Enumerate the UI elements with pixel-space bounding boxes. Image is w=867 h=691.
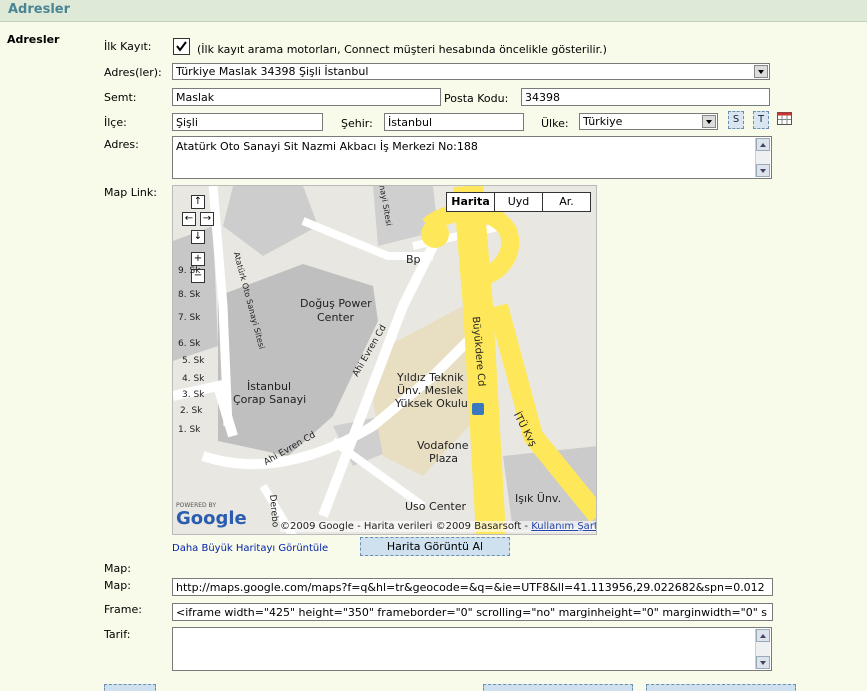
posta-kodu-label: Posta Kodu: (444, 92, 509, 105)
sehir-label: Şehir: (341, 117, 373, 130)
map-label: İstanbul (247, 380, 292, 393)
ulke-label: Ülke: (541, 117, 569, 130)
map-label: Vodafone (417, 439, 469, 452)
map-type-harita[interactable]: Harita (447, 193, 495, 211)
map-label: Doğuş Power (300, 297, 372, 310)
frame-input[interactable]: <iframe width="425" height="350" framebo… (172, 603, 773, 621)
pan-left-icon[interactable]: ← (182, 212, 196, 226)
map-label: Yüksek Okulu (395, 397, 468, 410)
map-label: Uso Center (405, 500, 467, 513)
terms-link[interactable]: Kullanım Şartları (531, 521, 596, 532)
semt-label: Semt: (104, 91, 137, 104)
map-link-label: Map Link: (104, 186, 157, 199)
map-label: Plaza (429, 452, 458, 465)
sehir-input[interactable]: İstanbul (384, 113, 524, 131)
map-canvas (173, 186, 596, 534)
pan-down-icon[interactable]: ↓ (191, 230, 205, 244)
adres-text: Atatürk Oto Sanayi Sit Nazmi Akbacı İş M… (176, 140, 478, 153)
map-type-bar: Harita Uyd Ar. (446, 192, 591, 212)
ilce-input[interactable]: Şişli (172, 113, 323, 131)
street-label: 9. Sk (178, 266, 201, 276)
scroll-up-icon[interactable] (756, 138, 770, 151)
posta-kodu-input[interactable]: 34398 (521, 88, 770, 106)
ulke-select[interactable]: Türkiye (579, 113, 718, 130)
t-button[interactable]: T (753, 111, 769, 129)
ulke-selected: Türkiye (583, 115, 623, 128)
street-label: 2. Sk (180, 406, 203, 416)
map-label: Çorap Sanayi (233, 393, 307, 406)
street-label: 3. Sk (182, 390, 205, 400)
chevron-down-icon[interactable] (702, 115, 716, 128)
table-icon[interactable] (777, 112, 792, 128)
pan-up-icon[interactable]: ↑ (191, 195, 205, 209)
adres-label: Adres: (104, 138, 139, 151)
street-label: 5. Sk (182, 356, 205, 366)
map-copyright: ©2009 Google - Harita verileri ©2009 Bas… (280, 521, 596, 532)
street-label: 4. Sk (182, 374, 205, 384)
adres-scrollbar[interactable] (755, 138, 770, 177)
scroll-down-icon[interactable] (756, 656, 770, 669)
adresler-selected: Türkiye Maslak 34398 Şişli İstanbul (176, 65, 369, 78)
map-label: Bp (406, 253, 421, 266)
tarif-label: Tarif: (104, 628, 131, 641)
bottom-button-1[interactable] (104, 684, 156, 691)
map-label: Center (317, 311, 355, 324)
ilk-kayit-note: (İlk kayıt arama motorları, Connect müşt… (197, 43, 607, 56)
section-title: Adresler (7, 33, 60, 46)
map-url-input[interactable]: http://maps.google.com/maps?f=q&hl=tr&ge… (172, 578, 773, 596)
street-label: 7. Sk (178, 313, 201, 323)
ilk-kayit-label: İlk Kayıt: (104, 40, 152, 53)
street-label: 8. Sk (178, 290, 201, 300)
google-logo: Google (176, 508, 247, 529)
larger-map-link[interactable]: Daha Büyük Haritayı Görüntüle (172, 543, 328, 554)
map-type-arazi[interactable]: Ar. (543, 193, 590, 211)
tarif-textarea[interactable] (172, 627, 772, 671)
ilce-label: İlçe: (104, 116, 127, 129)
semt-input[interactable]: Maslak (172, 88, 441, 106)
page-header: Adresler (0, 0, 867, 22)
scroll-down-icon[interactable] (756, 164, 770, 177)
map-label-1: Map: (104, 562, 131, 575)
map-label: Işık Ünv. (515, 492, 562, 505)
chevron-down-icon[interactable] (754, 65, 768, 78)
map-type-uydu[interactable]: Uyd (495, 193, 543, 211)
ilk-kayit-checkbox[interactable] (173, 38, 190, 55)
pan-right-icon[interactable]: → (200, 212, 214, 226)
adresler-select[interactable]: Türkiye Maslak 34398 Şişli İstanbul (172, 63, 770, 80)
map-label: Ünv. Meslek (397, 384, 463, 397)
s-button[interactable]: S (728, 111, 744, 129)
google-map[interactable]: Harita Uyd Ar. ↑ ← → ↓ + − Doğuş Power C… (172, 185, 597, 535)
checkmark-icon (176, 41, 187, 52)
scroll-up-icon[interactable] (756, 629, 770, 642)
page-title: Adresler (8, 2, 71, 17)
map-label: Yıldız Teknik (397, 371, 464, 384)
adresler-label: Adres(ler): (104, 66, 162, 79)
zoom-in-icon[interactable]: + (191, 252, 205, 266)
frame-label: Frame: (104, 603, 142, 616)
harita-goruntu-button[interactable]: Harita Görüntü Al (360, 537, 510, 556)
adres-textarea[interactable]: Atatürk Oto Sanayi Sit Nazmi Akbacı İş M… (172, 136, 772, 179)
street-label: 6. Sk (178, 339, 201, 349)
bottom-button-3[interactable] (646, 684, 796, 691)
map-label-2: Map: (104, 579, 131, 592)
street-label: 1. Sk (178, 425, 201, 435)
tarif-scrollbar[interactable] (755, 629, 770, 669)
bottom-button-2[interactable] (483, 684, 633, 691)
